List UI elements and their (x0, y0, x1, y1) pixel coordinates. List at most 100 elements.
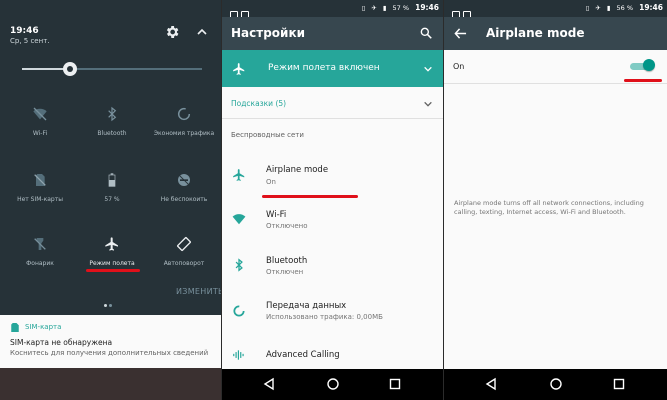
vibrate-icon: ▯ (361, 3, 366, 12)
flashlight-icon (34, 238, 46, 250)
quick-settings-panel: 19:46 Ср, 5 сент. Wi-Fi Bluetooth Эконом… (0, 0, 221, 400)
data-usage-icon (233, 305, 245, 317)
status-clock: 19:46 (415, 3, 439, 12)
wifi-icon (232, 214, 246, 225)
airplane-mode-banner[interactable]: Режим полета включен (222, 50, 443, 87)
page-indicator (104, 292, 114, 311)
navigation-bar (444, 369, 667, 400)
navigation-bar (222, 369, 443, 400)
banner-text: Режим полета включен (268, 63, 380, 73)
recents-icon[interactable] (388, 377, 402, 391)
tile-label: Wi-Fi (32, 130, 48, 137)
chevron-down-icon[interactable] (423, 99, 433, 109)
wallpaper-strip (0, 368, 221, 400)
bluetooth-icon (108, 106, 117, 122)
notification-title: SIM-карта не обнаружена (10, 338, 113, 347)
chevron-down-icon[interactable] (423, 64, 433, 74)
tile-auto-rotate[interactable]: Автоповорот (148, 236, 220, 292)
sim-card-icon (11, 323, 19, 332)
item-subtitle: Отключено (266, 222, 308, 230)
tile-label: Нет SIM-карты (17, 196, 63, 203)
tile-data-saver[interactable]: Экономия трафика (148, 106, 220, 162)
airplane-icon (105, 237, 118, 251)
airplane-mode-description: Airplane mode turns off all network conn… (454, 199, 644, 216)
divider (444, 83, 667, 84)
do-not-disturb-icon (178, 174, 190, 186)
status-clock: 19:46 (639, 3, 663, 12)
edit-button[interactable]: ИЗМЕНИТЬ (176, 287, 221, 296)
date: Ср, 5 сент. (10, 37, 50, 45)
airplane-mode-toolbar: Airplane mode (444, 17, 667, 50)
tile-label: Не беспокоить (160, 196, 208, 203)
red-underline (624, 79, 662, 82)
tile-label: Режим полета (89, 260, 135, 267)
tile-label: Автоповорот (163, 260, 205, 267)
tile-wifi[interactable]: Wi-Fi (4, 106, 76, 162)
item-subtitle: Отключен (266, 268, 304, 276)
advanced-calling-icon (233, 350, 244, 360)
tile-flashlight[interactable]: Фонарик (4, 236, 76, 292)
back-icon[interactable] (484, 377, 498, 391)
battery-percent: 57 % (392, 3, 410, 12)
gear-icon[interactable] (164, 24, 180, 40)
switch-label: On (453, 62, 465, 71)
no-sim-icon (34, 174, 46, 186)
item-subtitle: On (266, 178, 276, 186)
tile-airplane-mode[interactable]: Режим полета (76, 236, 148, 292)
home-icon[interactable] (326, 377, 340, 391)
battery-status-icon: ▮ (382, 3, 387, 12)
item-title: Bluetooth (266, 256, 308, 266)
home-icon[interactable] (549, 377, 563, 391)
page-title: Airplane mode (486, 26, 585, 40)
page-title: Настройки (231, 26, 306, 40)
airplane-mode-switch[interactable] (643, 59, 655, 71)
tile-do-not-disturb[interactable]: Не беспокоить (148, 172, 220, 228)
section-header: Беспроводные сети (231, 131, 304, 139)
airplane-icon (233, 63, 245, 75)
airplane-mode-panel: ▯ ✈ ▮ 56 % 19:46 Airplane mode On Airpla… (444, 0, 667, 400)
back-icon[interactable] (262, 377, 276, 391)
tile-battery[interactable]: 57 % (76, 172, 148, 228)
vibrate-icon: ▯ (585, 3, 590, 12)
item-subtitle: Использовано трафика: 0,00МБ (266, 313, 383, 321)
red-underline (262, 195, 358, 198)
search-icon[interactable] (419, 26, 433, 40)
brightness-slider-track[interactable] (70, 68, 202, 70)
status-bar: ▯ ✈ ▮ 56 % 19:46 (444, 0, 667, 19)
airplane-status-icon: ✈ (371, 3, 377, 12)
tile-bluetooth[interactable]: Bluetooth (76, 106, 148, 162)
item-title: Wi-Fi (266, 210, 287, 220)
battery-icon (108, 173, 116, 187)
notification-app-name: SIM-карта (25, 323, 62, 331)
tile-label: Фонарик (26, 260, 54, 267)
recents-icon[interactable] (612, 377, 626, 391)
status-icons: ▯ ✈ ▮ 56 % 19:46 (582, 3, 663, 12)
suggestions-header[interactable]: Подсказки (5) (231, 99, 286, 108)
settings-panel: ▯ ✈ ▮ 57 % 19:46 Настройки Режим полета … (222, 0, 443, 400)
notification-text: Коснитесь для получения дополнительных с… (10, 349, 209, 357)
data-saver-icon (177, 107, 191, 121)
item-title: Advanced Calling (266, 350, 340, 360)
battery-percent: 56 % (616, 3, 634, 12)
tile-label: Экономия трафика (153, 130, 215, 137)
airplane-icon (233, 169, 245, 181)
settings-toolbar: Настройки (222, 17, 443, 50)
tile-label: Bluetooth (97, 130, 127, 137)
chevron-up-icon[interactable] (196, 26, 208, 38)
tile-no-sim[interactable]: Нет SIM-карты (4, 172, 76, 228)
bluetooth-icon (235, 258, 243, 272)
battery-status-icon: ▮ (606, 3, 611, 12)
tile-label: 57 % (104, 196, 120, 203)
clock: 19:46 (10, 26, 39, 36)
status-icons: ▯ ✈ ▮ 57 % 19:46 (358, 3, 439, 12)
wifi-off-icon (33, 107, 47, 121)
divider (222, 118, 443, 119)
item-title: Airplane mode (266, 165, 329, 175)
item-title: Передача данных (266, 301, 347, 311)
brightness-icon[interactable] (62, 61, 78, 77)
red-underline (86, 269, 140, 272)
arrow-back-icon[interactable] (454, 27, 467, 40)
airplane-status-icon: ✈ (595, 3, 601, 12)
status-bar: ▯ ✈ ▮ 57 % 19:46 (222, 0, 443, 19)
auto-rotate-icon (177, 237, 191, 251)
